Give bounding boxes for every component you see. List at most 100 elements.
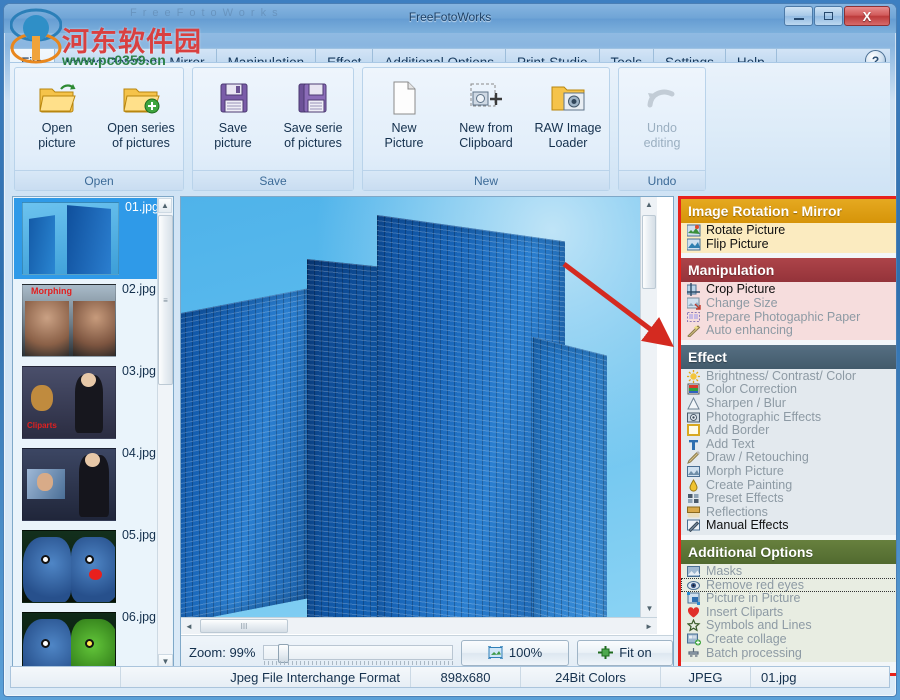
- canvas-vertical-scrollbar[interactable]: ▲ ▼: [640, 197, 657, 617]
- scroll-up-icon[interactable]: ▲: [641, 197, 657, 213]
- zoom-100-button[interactable]: 100%: [461, 640, 569, 666]
- menu-item-color-correction[interactable]: Color Correction: [681, 383, 897, 397]
- maximize-button[interactable]: [814, 6, 843, 26]
- minimize-button[interactable]: [784, 6, 813, 26]
- menu-item-add-text[interactable]: Add Text: [681, 438, 897, 452]
- ribbon-group-new: New Picture New from Clipboard: [362, 67, 610, 191]
- menu-item-label: Preset Effects: [706, 492, 784, 505]
- section-header-effect[interactable]: Effect: [681, 345, 897, 369]
- batch-icon: [687, 647, 701, 660]
- menu-item-photographic-effects[interactable]: Photographic Effects: [681, 410, 897, 424]
- raw-folder-icon: [548, 75, 588, 121]
- list-item[interactable]: 04.jpg: [14, 444, 156, 525]
- section-header-manipulation[interactable]: Manipulation: [681, 258, 897, 282]
- menu-item-manual-effects[interactable]: Manual Effects: [681, 519, 897, 533]
- status-color-depth: 24Bit Colors: [521, 667, 661, 687]
- menu-item-create-painting[interactable]: Create Painting: [681, 478, 897, 492]
- brightness-icon: [687, 370, 701, 383]
- menu-item-reflections[interactable]: Reflections: [681, 506, 897, 520]
- thumbnail-label: 03.jpg: [122, 364, 156, 378]
- thumbnail-filmstrip[interactable]: 01.jpg Morphing 02.jpg Cliparts 03.jpg: [12, 196, 174, 669]
- menu-item-add-border[interactable]: Add Border: [681, 424, 897, 438]
- ribbon-group-open-buttons: Open picture Open series of pictures: [15, 68, 183, 170]
- menu-item-prepare-photographic-paper[interactable]: Prepare Photogaphic Paper: [681, 310, 897, 324]
- menu-item-label: Batch processing: [706, 647, 802, 660]
- save-serie-of-pictures-button[interactable]: Save serie of pictures: [273, 75, 353, 151]
- list-item[interactable]: 05.jpg: [14, 526, 156, 607]
- menu-item-remove-red-eyes[interactable]: Remove red eyes: [681, 578, 897, 592]
- clipboard-new-icon: [466, 75, 506, 121]
- new-from-clipboard-button[interactable]: New from Clipboard: [445, 75, 527, 151]
- list-item[interactable]: 06.jpg: [14, 608, 156, 669]
- section-body-effect: Brightness/ Contrast/ Color Color Correc…: [681, 369, 897, 535]
- section-header-image-rotation[interactable]: Image Rotation - Mirror: [681, 199, 897, 223]
- scroll-up-icon[interactable]: ▲: [158, 198, 172, 213]
- menu-item-picture-in-picture[interactable]: Picture in Picture: [681, 592, 897, 606]
- ribbon-group-save-buttons: Save picture Save serie of pi: [193, 68, 353, 170]
- undo-editing-button[interactable]: Undo editing: [619, 75, 705, 151]
- filmstrip-scroll-thumb[interactable]: ≡: [158, 215, 173, 385]
- close-button[interactable]: X: [844, 6, 890, 26]
- thumbnail-label: 02.jpg: [122, 282, 156, 296]
- open-picture-button[interactable]: Open picture: [15, 75, 99, 151]
- menu-item-label: Add Text: [706, 438, 754, 451]
- raw-image-loader-button[interactable]: RAW Image Loader: [527, 75, 609, 151]
- scroll-right-icon[interactable]: ►: [641, 622, 657, 631]
- photo-paper-icon: [687, 311, 701, 324]
- menu-item-label: Prepare Photogaphic Paper: [706, 311, 860, 324]
- floppy-stack-icon: [295, 75, 331, 121]
- save-picture-button[interactable]: Save picture: [193, 75, 273, 151]
- menu-item-morph-picture[interactable]: Morph Picture: [681, 465, 897, 479]
- menu-item-label: Symbols and Lines: [706, 619, 812, 632]
- scroll-left-icon[interactable]: ◄: [181, 622, 197, 631]
- menu-item-batch-processing[interactable]: Batch processing: [681, 646, 897, 660]
- open-series-of-pictures-button[interactable]: Open series of pictures: [99, 75, 183, 151]
- zoom-fit-button[interactable]: Fit on: [577, 640, 673, 666]
- horizontal-scroll-thumb[interactable]: III: [200, 619, 288, 633]
- button-label-line1: New from: [459, 121, 512, 136]
- list-item[interactable]: Cliparts 03.jpg: [14, 362, 156, 443]
- menu-item-symbols-and-lines[interactable]: Symbols and Lines: [681, 619, 897, 633]
- section-header-additional-options[interactable]: Additional Options: [681, 540, 897, 564]
- image-viewport[interactable]: ▲ ▼: [181, 197, 657, 617]
- new-picture-button[interactable]: New Picture: [363, 75, 445, 151]
- menu-item-auto-enhancing[interactable]: Auto enhancing: [681, 324, 897, 338]
- open-folder-icon: [37, 75, 77, 121]
- status-file-format: Jpeg File Interchange Format: [121, 667, 411, 687]
- clipart-heart-icon: [687, 606, 701, 619]
- zoom-slider[interactable]: [263, 645, 453, 660]
- menu-item-preset-effects[interactable]: Preset Effects: [681, 492, 897, 506]
- photo-glass-grid: [181, 288, 311, 617]
- button-label-line1: New: [391, 121, 416, 136]
- menu-item-create-collage[interactable]: Create collage: [681, 633, 897, 647]
- button-label-line1: Save serie: [283, 121, 342, 136]
- menu-item-sharpen-blur[interactable]: Sharpen / Blur: [681, 397, 897, 411]
- menu-item-flip-picture[interactable]: Flip Picture: [681, 238, 897, 252]
- canvas-horizontal-scrollbar[interactable]: ◄ III ►: [181, 617, 657, 634]
- menu-item-label: Photographic Effects: [706, 411, 821, 424]
- menu-item-draw-retouching[interactable]: Draw / Retouching: [681, 451, 897, 465]
- ribbon-group-save: Save picture Save serie of pi: [192, 67, 354, 191]
- ribbon-group-undo-buttons: Undo editing: [619, 68, 705, 170]
- open-folder-plus-icon: [121, 75, 161, 121]
- menu-item-crop-picture[interactable]: Crop Picture: [681, 283, 897, 297]
- photo-tower-mid: [307, 259, 381, 617]
- button-label-line2: picture: [214, 136, 252, 151]
- zoom-100-label: 100%: [509, 645, 542, 660]
- vertical-scroll-thumb[interactable]: [642, 215, 656, 289]
- menu-item-change-size[interactable]: Change Size: [681, 297, 897, 311]
- filmstrip-scrollbar[interactable]: ▲ ≡ ▼: [157, 198, 172, 669]
- menu-item-brightness-contrast-color[interactable]: Brightness/ Contrast/ Color: [681, 370, 897, 384]
- ribbon-group-new-label: New: [363, 170, 609, 190]
- brush-icon: [687, 451, 701, 464]
- zoom-level-label: Zoom: 99%: [189, 645, 255, 660]
- menu-item-rotate-picture[interactable]: Rotate Picture: [681, 224, 897, 238]
- list-item[interactable]: Morphing 02.jpg: [14, 280, 156, 361]
- menu-item-masks[interactable]: Masks: [681, 565, 897, 579]
- thumbnail-label: 01.jpg: [125, 200, 159, 214]
- status-bar: Jpeg File Interchange Format 898x680 24B…: [10, 666, 890, 688]
- menu-item-insert-cliparts[interactable]: Insert Cliparts: [681, 605, 897, 619]
- photo-tower-left: [181, 288, 311, 617]
- scroll-down-icon[interactable]: ▼: [641, 601, 657, 617]
- list-item[interactable]: 01.jpg: [14, 198, 159, 279]
